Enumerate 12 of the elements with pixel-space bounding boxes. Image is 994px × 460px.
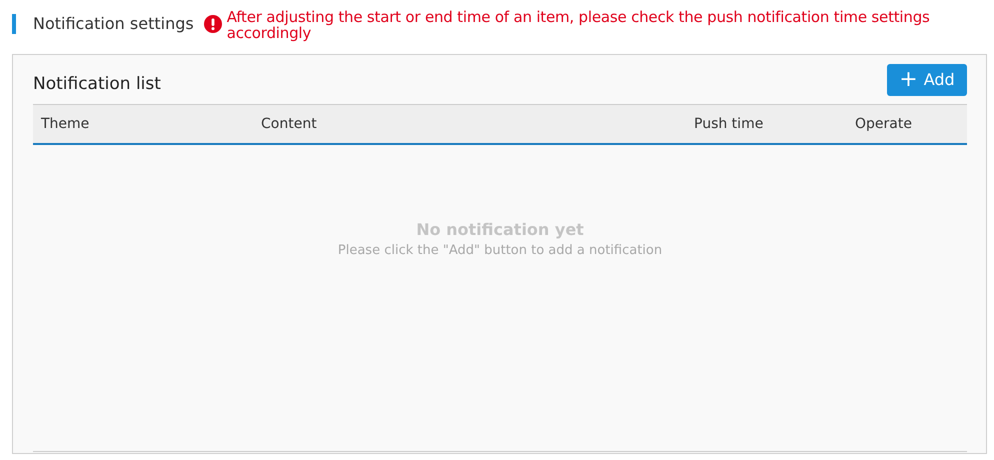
add-button[interactable]: + Add [887, 64, 967, 96]
warning-icon [204, 15, 222, 33]
column-header: Push time [693, 116, 764, 132]
warning-message: After adjusting the start or end time of an item, please check the push notification time settings accordingly [226, 9, 931, 41]
column-header: Content [260, 116, 318, 132]
column-header: Operate [854, 116, 913, 132]
section-title: Notification settings [33, 13, 194, 35]
panel-title: Notification list [33, 74, 161, 94]
column-header: Theme [40, 116, 90, 132]
title-accent-bar [12, 14, 16, 34]
plus-icon: + [899, 68, 918, 90]
empty-hint: Please click the "Add" button to add a notification [338, 242, 662, 260]
